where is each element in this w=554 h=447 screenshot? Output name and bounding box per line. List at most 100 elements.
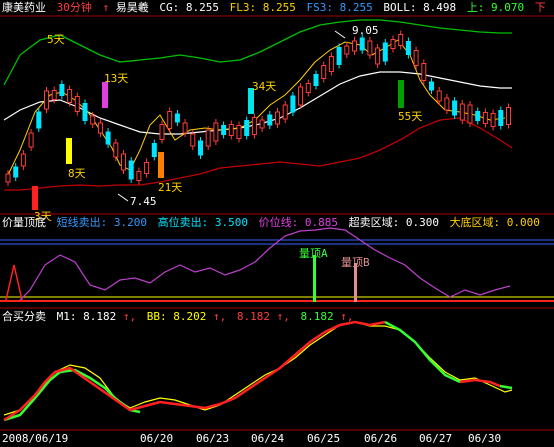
date-label: 2008/06/19 xyxy=(2,432,69,445)
candle-body xyxy=(97,122,103,134)
signal-bar-green xyxy=(398,80,404,108)
candle-body xyxy=(506,107,511,125)
signal-bar-yellow xyxy=(66,138,72,164)
candle-body xyxy=(267,114,273,126)
candle-body xyxy=(136,171,142,181)
vol-label-b: 量顶B xyxy=(341,256,370,269)
candle-body xyxy=(382,42,388,62)
candle-body xyxy=(167,111,173,129)
high-price-label: 9.05 xyxy=(352,24,379,37)
low-price-label: 7.45 xyxy=(130,195,157,208)
bs-panel-header: 合买分卖 M1: 8.182 ↑, BB: 8.202 ↑, 8.182 ↑, … xyxy=(2,310,357,324)
bs-red-line xyxy=(3,320,386,422)
price-line-value: 价位线: 0.885 xyxy=(258,216,338,229)
candle-body xyxy=(275,111,280,125)
candle-body xyxy=(59,84,65,96)
day-label-55: 55天 xyxy=(398,110,423,123)
date-label: 06/27 xyxy=(419,432,453,445)
candle-body xyxy=(74,96,80,112)
candle-body xyxy=(251,117,257,135)
day-label-13: 13天 xyxy=(104,72,129,85)
candle-body xyxy=(128,160,134,180)
bs-panel-title[interactable]: 合买分卖 xyxy=(2,310,46,323)
candle-body xyxy=(90,115,96,125)
day-label-5: 5天 xyxy=(47,33,65,46)
up-arrow-icon: ↑, xyxy=(340,310,354,323)
candle-body xyxy=(36,111,42,129)
up-arrow-icon: ↑, xyxy=(212,310,227,323)
day-label-34: 34天 xyxy=(252,80,277,93)
candle-body xyxy=(144,162,150,174)
candle-body xyxy=(174,113,180,123)
candle-body xyxy=(390,39,396,49)
bb-value: BB: 8.202 xyxy=(146,310,207,323)
candle-body xyxy=(190,133,196,147)
candle-body xyxy=(82,103,88,121)
candle-body xyxy=(105,131,111,145)
candle-body xyxy=(259,119,265,129)
candle-body xyxy=(236,125,242,139)
candle-body xyxy=(67,89,73,103)
vol-spike-left xyxy=(5,264,23,301)
candle-body xyxy=(429,81,434,91)
date-label: 06/26 xyxy=(364,432,398,445)
candle-body xyxy=(436,90,442,102)
candle-body xyxy=(498,110,504,126)
bs-value-3: 8.182 xyxy=(236,310,270,323)
candle-body xyxy=(282,104,288,120)
date-label: 06/20 xyxy=(140,432,174,445)
candle-body xyxy=(298,86,304,106)
candle-body xyxy=(20,153,26,167)
bs-red-line-2 xyxy=(459,378,501,388)
candle-body xyxy=(421,63,427,81)
candle-body xyxy=(121,153,126,171)
candle-body xyxy=(44,90,49,110)
candle-body xyxy=(344,45,350,55)
candle-body xyxy=(367,40,373,56)
candle-body xyxy=(459,103,465,121)
candle-body xyxy=(5,173,11,183)
signal-bar-orange xyxy=(158,152,164,178)
bottom-zone-value: 大底区域: 0.000 xyxy=(449,216,540,229)
candle-body xyxy=(28,132,34,148)
day-label-21: 21天 xyxy=(158,181,183,194)
candle-body xyxy=(13,166,19,178)
date-label: 06/23 xyxy=(196,432,230,445)
bs-yellow-line xyxy=(3,321,513,416)
candle-body xyxy=(352,40,357,52)
candle-body xyxy=(405,41,411,55)
vol-panel-title[interactable]: 价量顶底 xyxy=(2,216,46,229)
boll-upper-line xyxy=(3,19,512,86)
candle-body xyxy=(228,124,234,136)
date-label: 06/24 xyxy=(251,432,285,445)
m1-value: M1: 8.182 xyxy=(56,310,117,323)
bs-green-line xyxy=(3,368,141,422)
candle-body xyxy=(452,100,458,116)
date-label: 06/25 xyxy=(307,432,341,445)
candle-body xyxy=(398,34,404,46)
candle-body xyxy=(198,140,203,156)
candle-body xyxy=(413,50,419,66)
date-label: 06/30 xyxy=(468,432,502,445)
candle-body xyxy=(475,111,481,121)
candle-body xyxy=(182,122,188,134)
vol-panel-header: 价量顶底 短线卖出: 3.200 高位卖出: 3.500 价位线: 0.885 … xyxy=(2,216,544,230)
vol-label-a: 量顶A xyxy=(299,247,328,260)
candle-body xyxy=(328,56,334,72)
up-arrow-icon: ↑, xyxy=(276,310,290,323)
signal-bar-red xyxy=(32,186,38,210)
candle-body xyxy=(221,125,227,135)
candle-body xyxy=(305,83,311,93)
candle-body xyxy=(51,90,57,100)
vol-magenta-line xyxy=(19,227,511,301)
candle-body xyxy=(336,47,342,65)
candle-body xyxy=(244,120,250,136)
oversold-value: 超卖区域: 0.300 xyxy=(348,216,439,229)
candle-body xyxy=(375,47,381,65)
candle-body xyxy=(313,74,319,86)
bs-green-line-2 xyxy=(384,320,461,384)
candle-body xyxy=(151,143,157,157)
candle-body xyxy=(159,124,165,140)
candle-body xyxy=(490,113,496,127)
date-axis: 2008/06/19 06/20 06/23 06/24 06/25 06/26… xyxy=(0,432,554,447)
